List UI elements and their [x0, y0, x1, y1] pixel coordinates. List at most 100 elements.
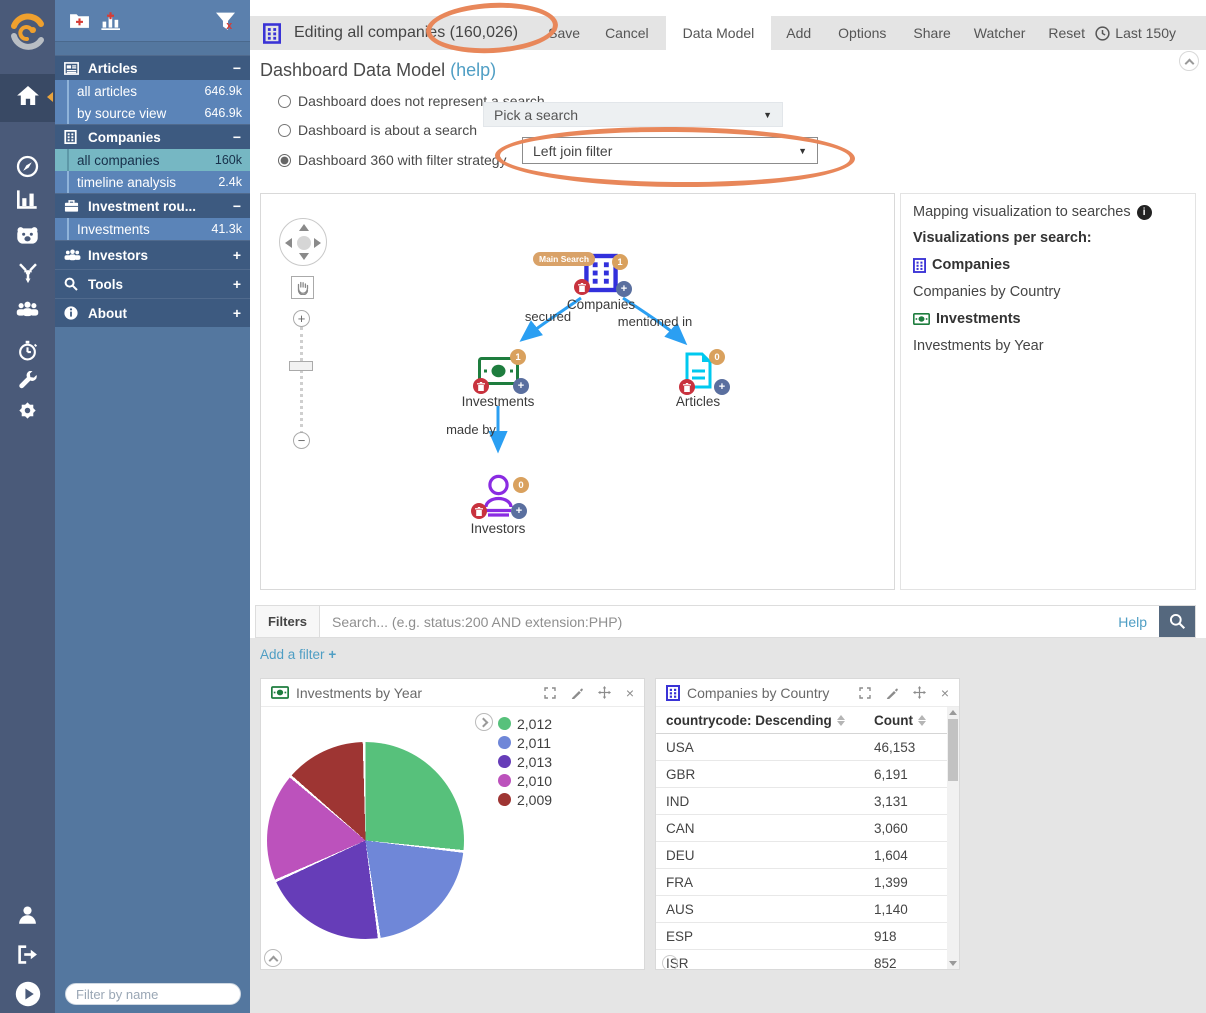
remove-node-button[interactable] [574, 279, 590, 295]
move-icon[interactable] [913, 686, 926, 699]
discover-compass-icon[interactable] [0, 155, 55, 178]
collapse-data-model-button[interactable] [1179, 51, 1199, 71]
pick-a-search-select[interactable]: Pick a search ▼ [483, 102, 783, 127]
zoom-slider-track[interactable] [300, 327, 303, 434]
drag-mode-hand-button[interactable] [291, 276, 314, 299]
save-button[interactable]: Save [548, 25, 580, 41]
nav-section-investors[interactable]: Investors + [55, 240, 250, 269]
cancel-button[interactable]: Cancel [605, 25, 649, 41]
legend-expand-button[interactable] [475, 713, 493, 731]
scroll-down-icon[interactable] [949, 961, 957, 966]
zoom-out-button[interactable]: − [293, 432, 310, 449]
table-row[interactable]: FRA1,399 [656, 869, 947, 896]
section-toggle[interactable]: − [233, 198, 241, 214]
nav-item-timeline-analysis[interactable]: timeline analysis 2.4k [55, 171, 250, 193]
add-relation-button[interactable]: + [511, 503, 527, 519]
pan-right-icon[interactable] [314, 238, 321, 248]
share-button[interactable]: Share [913, 25, 950, 41]
user-profile-icon[interactable] [0, 905, 55, 924]
search-submit-button[interactable] [1159, 606, 1195, 637]
time-range-picker[interactable]: Last 150y [1095, 25, 1176, 41]
remove-all-filters-icon[interactable]: x [215, 12, 236, 36]
nav-item-all-companies[interactable]: all companies 160k [55, 149, 250, 171]
add-a-filter-link[interactable]: Add a filter + [260, 647, 336, 662]
sentinl-bear-icon[interactable] [0, 226, 55, 245]
graph-node-investors[interactable] [483, 474, 514, 523]
radio-dashboard-360[interactable] [278, 154, 291, 167]
radio-about-search[interactable] [278, 124, 291, 137]
table-row[interactable]: GBR6,191 [656, 761, 947, 788]
help-link[interactable]: (help) [450, 60, 496, 80]
mapping-viz-companies-by-country[interactable]: Companies by Country [913, 284, 1183, 300]
nav-item-investments[interactable]: Investments 41.3k [55, 218, 250, 240]
scroll-up-icon[interactable] [949, 710, 957, 715]
section-toggle[interactable]: + [233, 247, 241, 263]
pan-up-icon[interactable] [299, 224, 309, 231]
management-gear-icon[interactable] [0, 400, 55, 421]
nav-section-about[interactable]: About + [55, 298, 250, 327]
nav-item-by-source-view[interactable]: by source view 646.9k [55, 102, 250, 124]
section-toggle[interactable]: + [233, 276, 241, 292]
radio-no-search[interactable] [278, 95, 291, 108]
add-button[interactable]: Add [786, 25, 811, 41]
column-header-countrycode[interactable]: countrycode: Descending [666, 713, 832, 728]
filter-strategy-select[interactable]: Left join filter ▼ [522, 137, 818, 164]
table-row[interactable]: ISR852 [656, 950, 947, 970]
visualize-chart-icon[interactable] [0, 190, 55, 209]
scheduler-timer-icon[interactable] [0, 340, 55, 361]
zoom-slider-handle[interactable] [289, 361, 313, 371]
add-relation-button[interactable]: + [616, 281, 632, 297]
table-row[interactable]: CAN3,060 [656, 815, 947, 842]
tab-data-model[interactable]: Data Model [666, 16, 772, 50]
remove-node-button[interactable] [679, 379, 695, 395]
graph-browser-icon[interactable] [0, 262, 55, 284]
query-help-link[interactable]: Help [1118, 614, 1147, 630]
sort-icon[interactable] [837, 715, 845, 726]
section-toggle[interactable]: − [233, 129, 241, 145]
edit-pencil-icon[interactable] [571, 687, 583, 699]
table-row[interactable]: USA46,153 [656, 734, 947, 761]
nav-item-all-articles[interactable]: all articles 646.9k [55, 80, 250, 102]
spy-panel-button[interactable] [264, 949, 282, 967]
graph-pan-control[interactable] [279, 218, 327, 266]
table-row[interactable]: ESP918 [656, 923, 947, 950]
scrollbar-thumb[interactable] [948, 719, 958, 781]
edit-pencil-icon[interactable] [886, 687, 898, 699]
mapping-viz-investments-by-year[interactable]: Investments by Year [913, 338, 1183, 354]
table-row[interactable]: AUS1,140 [656, 896, 947, 923]
play-help-icon[interactable] [0, 981, 55, 1007]
remove-node-button[interactable] [473, 378, 489, 394]
move-icon[interactable] [598, 686, 611, 699]
legend-item[interactable]: 2,012 [498, 714, 552, 733]
spy-panel-button[interactable] [662, 955, 678, 970]
section-toggle[interactable]: + [233, 305, 241, 321]
table-scrollbar[interactable] [947, 707, 959, 969]
reset-button[interactable]: Reset [1048, 25, 1085, 41]
legend-item[interactable]: 2,009 [498, 790, 552, 809]
nav-section-investment-rounds[interactable]: Investment rou... − [55, 193, 250, 218]
dashboard-filter-input[interactable] [65, 983, 241, 1005]
new-dashboard-icon[interactable] [100, 12, 122, 35]
nav-section-articles[interactable]: Articles − [55, 55, 250, 80]
zoom-in-button[interactable]: + [293, 310, 310, 327]
close-icon[interactable]: × [626, 686, 634, 700]
collapse-sidebar-arrow[interactable] [47, 92, 53, 102]
pan-left-icon[interactable] [285, 238, 292, 248]
watcher-button[interactable]: Watcher [974, 25, 1026, 41]
sort-icon[interactable] [918, 715, 926, 726]
nav-section-tools[interactable]: Tools + [55, 269, 250, 298]
query-search-input[interactable] [320, 606, 1118, 637]
nav-section-companies[interactable]: Companies − [55, 124, 250, 149]
section-toggle[interactable]: − [233, 60, 241, 76]
options-button[interactable]: Options [838, 25, 886, 41]
new-dashboard-group-icon[interactable] [69, 12, 90, 34]
fullscreen-icon[interactable] [859, 687, 871, 699]
info-icon[interactable]: i [1137, 205, 1152, 220]
dev-tools-wrench-icon[interactable] [0, 371, 55, 391]
add-relation-button[interactable]: + [714, 379, 730, 395]
access-control-users-icon[interactable] [0, 301, 55, 317]
fullscreen-icon[interactable] [544, 687, 556, 699]
pan-down-icon[interactable] [299, 253, 309, 260]
siren-logo[interactable] [5, 10, 50, 63]
legend-item[interactable]: 2,013 [498, 752, 552, 771]
